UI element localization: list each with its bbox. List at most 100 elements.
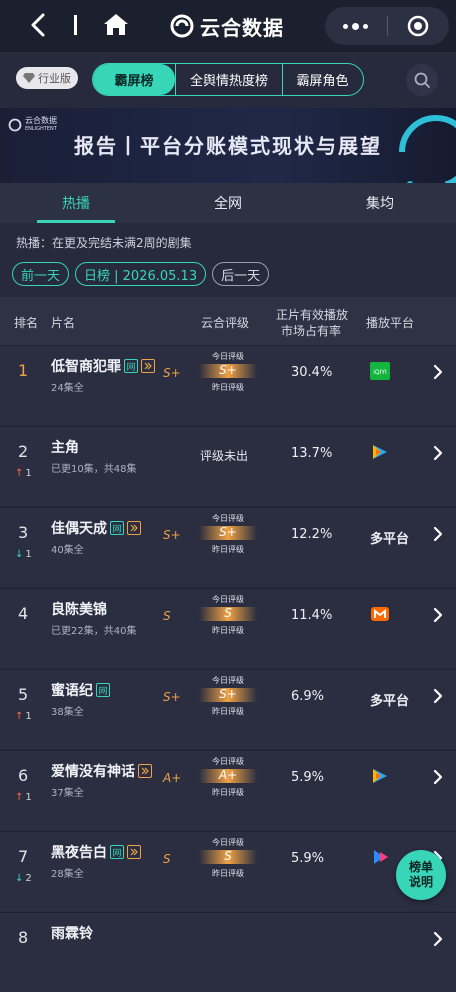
rank-up-arrow-icon: ↑ (15, 792, 24, 803)
ranking-type-tabs: 霸屏榜 全舆情热度榜 霸屏角色 (92, 63, 364, 96)
market-share: 5.9% (291, 851, 325, 866)
chevron-right-icon[interactable] (432, 525, 444, 543)
row-rank: 2 (18, 442, 29, 461)
close-program-icon[interactable] (387, 7, 449, 45)
chevron-right-icon[interactable] (432, 930, 444, 948)
drama-title: 低智商犯罪 (51, 359, 121, 375)
market-share: 30.4% (291, 365, 333, 380)
search-icon (414, 72, 430, 88)
table-row[interactable]: 7 ↓ 2 黑夜告白网 28集全 S 今日评级 S 昨日评级 5.9% (0, 831, 456, 911)
vip-play-icon (138, 764, 152, 778)
chevron-right-icon[interactable] (432, 606, 444, 624)
row-name[interactable]: 主角 (51, 437, 79, 457)
web-drama-tag: 网 (110, 521, 124, 535)
rank-up-arrow-icon: ↑ (15, 468, 24, 479)
web-drama-tag: 网 (110, 845, 124, 859)
report-banner[interactable]: 云合数据 ENLIGHTENT 报告丨平台分账模式现状与展望 (0, 108, 456, 183)
tab-all-network[interactable]: 全网 (152, 183, 304, 223)
row-name[interactable]: 低智商犯罪网 (51, 356, 155, 376)
header-rank: 排名 (14, 316, 39, 330)
rank-down-arrow-icon: ↓ (15, 873, 24, 884)
today-rating-label: 今日评级 (212, 757, 244, 766)
tab-roles[interactable]: 霸屏角色 (283, 64, 362, 95)
row-name[interactable]: 黑夜告白网 (51, 842, 141, 862)
chevron-right-icon[interactable] (432, 444, 444, 462)
row-name[interactable]: 爱情没有神话 (51, 761, 152, 781)
rating-grade: S+ (163, 366, 181, 380)
header-platform: 播放平台 (366, 316, 415, 330)
mini-program-capsule (325, 7, 449, 45)
youku-platform-icon (370, 848, 390, 870)
ranking-description: 热播：在更及完结未满2周的剧集 (16, 236, 192, 250)
banner-brand-name: 云合数据 (25, 116, 57, 125)
header-share-line2: 市场占有率 (281, 324, 342, 338)
chevron-right-icon[interactable] (432, 687, 444, 705)
drama-title: 主角 (51, 440, 79, 456)
drama-title: 良陈美锦 (51, 602, 107, 618)
tab-per-episode[interactable]: 集均 (304, 183, 456, 223)
table-row[interactable]: 6 ↑ 1 爱情没有神话 37集全 A+ 今日评级 A+ 昨日评级 5.9% (0, 750, 456, 830)
chevron-right-icon[interactable] (432, 363, 444, 381)
rating-value: S (224, 606, 232, 620)
yesterday-rating-label: 昨日评级 (212, 788, 244, 797)
drama-title: 爱情没有神话 (51, 764, 135, 780)
vip-play-icon (127, 521, 141, 535)
current-date-selector[interactable]: 日榜 | 2026.05.13 (75, 262, 207, 286)
yesterday-rating-label: 昨日评级 (212, 869, 244, 878)
platform-text: 多平台 (370, 694, 410, 709)
industry-version-badge[interactable]: 行业版 (16, 67, 78, 89)
market-share: 13.7% (291, 446, 333, 461)
rating-grade: S+ (163, 690, 181, 704)
rating-value: S (224, 849, 232, 863)
episode-info: 已更22集，共40集 (51, 626, 137, 637)
next-day-button[interactable]: 后一天 (212, 262, 270, 286)
prev-day-button[interactable]: 前一天 (12, 262, 70, 286)
web-drama-tag: 网 (96, 683, 110, 697)
app-title: 云合数据 (200, 15, 284, 40)
rank-down-arrow-icon: ↓ (15, 549, 24, 560)
table-row[interactable]: 8 雨霖铃 (0, 912, 456, 992)
search-button[interactable] (406, 64, 438, 96)
table-row[interactable]: 3 ↓ 1 佳偶天成网 40集全 S+ 今日评级 S+ 昨日评级 12.2% 多平台 (0, 507, 456, 587)
top-nav-bar: 云合数据 (0, 0, 456, 52)
yesterday-rating-label: 昨日评级 (212, 545, 244, 554)
drama-title: 佳偶天成 (51, 521, 107, 537)
table-row[interactable]: 5 ↑ 1 蜜语纪网 38集全 S+ 今日评级 S+ 昨日评级 6.9% 多平台 (0, 669, 456, 749)
rating-detail: 今日评级 S 昨日评级 (193, 837, 263, 879)
market-share: 6.9% (291, 689, 325, 704)
table-row[interactable]: 2 ↑ 1 主角 已更10集，共48集 评级未出 13.7% (0, 426, 456, 506)
rank-change: ↑ 1 (15, 468, 32, 479)
home-icon[interactable] (102, 11, 130, 39)
drama-title: 雨霖铃 (51, 926, 93, 942)
ranking-explanation-button[interactable]: 榜单 说明 (396, 850, 446, 900)
platform-text: 多平台 (370, 532, 410, 547)
main-tabs-row: 行业版 霸屏榜 全舆情热度榜 霸屏角色 (0, 52, 456, 108)
rank-change: ↑ 1 (15, 711, 32, 722)
tab-ba-ping-bang[interactable]: 霸屏榜 (93, 64, 175, 95)
tab-hot[interactable]: 热播 (0, 183, 152, 223)
row-rank: 5 (18, 685, 29, 704)
row-name[interactable]: 良陈美锦 (51, 599, 107, 619)
logo-mark-icon (170, 14, 194, 38)
today-rating-label: 今日评级 (212, 595, 244, 604)
mango-platform-icon (370, 605, 390, 627)
table-row[interactable]: 4 良陈美锦 已更22集，共40集 S 今日评级 S 昨日评级 11.4% (0, 588, 456, 668)
tab-public-opinion[interactable]: 全舆情热度榜 (175, 64, 283, 95)
row-name[interactable]: 雨霖铃 (51, 923, 93, 943)
row-rank: 6 (18, 766, 29, 785)
episode-info: 28集全 (51, 869, 84, 880)
row-rank: 7 (18, 847, 29, 866)
chevron-right-icon[interactable] (432, 768, 444, 786)
today-rating-label: 今日评级 (212, 838, 244, 847)
yesterday-rating-label: 昨日评级 (212, 383, 244, 392)
rating-grade: S+ (163, 528, 181, 542)
banner-title: 报告丨平台分账模式现状与展望 (74, 134, 382, 158)
table-row[interactable]: 1 低智商犯罪网 24集全 S+ 今日评级 S+ 昨日评级 30.4% iQIYI (0, 345, 456, 425)
episode-info: 24集全 (51, 383, 84, 394)
row-name[interactable]: 佳偶天成网 (51, 518, 141, 538)
rating-grade: S (163, 852, 171, 866)
back-arrow-icon[interactable] (24, 10, 54, 40)
more-menu-icon[interactable] (325, 7, 387, 45)
rank-change: ↓ 1 (15, 549, 32, 560)
row-name[interactable]: 蜜语纪网 (51, 680, 110, 700)
